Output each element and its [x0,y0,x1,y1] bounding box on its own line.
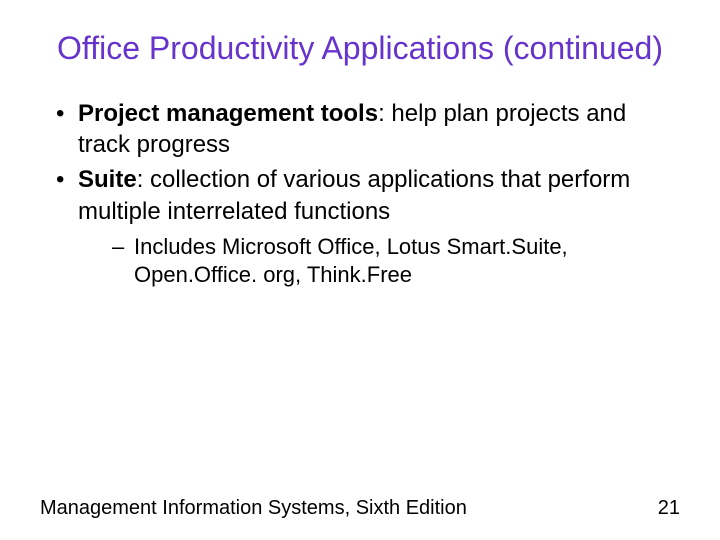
bullet-text: : collection of various applications tha… [78,166,630,224]
footer-left: Management Information Systems, Sixth Ed… [40,497,467,520]
bullet-bold: Project management tools [78,100,378,127]
bullet-item: Suite: collection of various application… [50,164,680,290]
bullet-item: Project management tools: help plan proj… [50,98,680,160]
sub-item: Includes Microsoft Office, Lotus Smart.S… [108,233,680,290]
footer: Management Information Systems, Sixth Ed… [40,497,680,520]
slide-title: Office Productivity Applications (contin… [40,28,680,68]
sub-list: Includes Microsoft Office, Lotus Smart.S… [78,233,680,290]
bullet-bold: Suite [78,166,137,193]
bullet-list: Project management tools: help plan proj… [40,98,680,290]
page-number: 21 [658,497,680,520]
